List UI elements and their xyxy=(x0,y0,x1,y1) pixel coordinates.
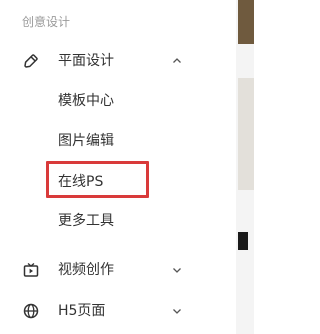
content-thumbnail xyxy=(238,78,254,190)
chevron-down-icon[interactable] xyxy=(171,305,183,317)
globe-icon xyxy=(23,303,39,319)
chevron-up-icon[interactable] xyxy=(171,55,183,67)
content-thumbnail xyxy=(238,232,248,250)
content-area-edge xyxy=(236,0,254,334)
sub-item-template-center[interactable]: 模板中心 xyxy=(58,90,114,112)
content-thumbnail xyxy=(238,0,254,44)
pen-tool-icon xyxy=(24,54,38,68)
sidebar-item-graphic-design[interactable]: 平面设计 xyxy=(0,46,235,76)
chevron-down-icon[interactable] xyxy=(171,264,183,276)
sidebar: 创意设计 平面设计 模板中心 图片编辑 在线PS 更多工具 视频创作 H5页面 xyxy=(0,0,235,334)
sidebar-item-h5-page[interactable]: H5页面 xyxy=(0,296,235,326)
highlight-box xyxy=(46,161,149,198)
sidebar-item-label: H5页面 xyxy=(58,303,106,319)
sub-item-image-edit[interactable]: 图片编辑 xyxy=(58,130,114,152)
section-title: 创意设计 xyxy=(22,15,71,29)
video-tv-icon xyxy=(23,262,39,277)
sidebar-item-label: 平面设计 xyxy=(58,53,114,69)
sidebar-item-label: 视频创作 xyxy=(58,262,114,278)
sidebar-item-video-creation[interactable]: 视频创作 xyxy=(0,255,235,285)
sub-item-more-tools[interactable]: 更多工具 xyxy=(58,210,114,232)
